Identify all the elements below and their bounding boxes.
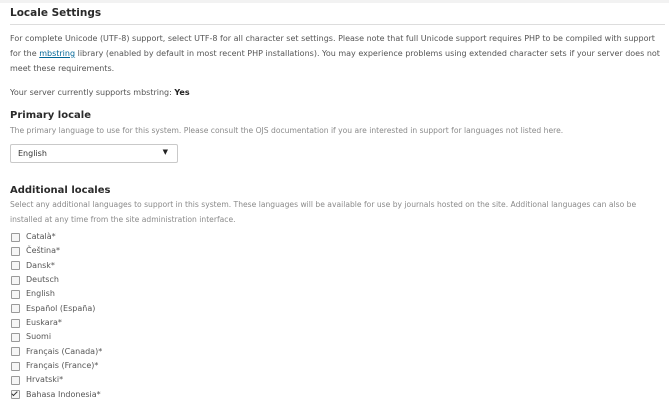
locale-label: Bahasa Indonesia* bbox=[26, 389, 101, 399]
primary-locale-select[interactable]: English ▼ bbox=[10, 144, 178, 163]
additional-locales-description: Select any additional languages to suppo… bbox=[10, 200, 637, 224]
dropdown-caret-icon: ▼ bbox=[162, 148, 168, 156]
locale-option-cestina[interactable]: Čeština* bbox=[11, 244, 102, 258]
additional-locales-title: Additional locales bbox=[10, 185, 111, 196]
locale-checkbox[interactable] bbox=[11, 232, 20, 242]
locale-option-francais-canada[interactable]: Français (Canada)* bbox=[11, 345, 102, 359]
section-divider bbox=[10, 24, 665, 25]
locale-option-bahasa-indonesia[interactable]: Bahasa Indonesia* bbox=[11, 388, 102, 402]
locale-option-english[interactable]: English bbox=[11, 287, 102, 301]
locale-checkbox[interactable] bbox=[11, 333, 20, 343]
locale-option-deutsch[interactable]: Deutsch bbox=[11, 273, 102, 287]
intro-text-after: library (enabled by default in most rece… bbox=[10, 49, 660, 73]
locale-label: Français (Canada)* bbox=[26, 346, 103, 356]
locale-label: English bbox=[26, 289, 55, 299]
locale-option-euskara[interactable]: Euskara* bbox=[11, 316, 102, 330]
locale-label: Català* bbox=[26, 232, 56, 241]
top-border bbox=[0, 0, 669, 3]
locale-label: Deutsch bbox=[26, 275, 59, 285]
locale-checkbox[interactable] bbox=[11, 261, 20, 271]
mbstring-status: Your server currently supports mbstring:… bbox=[10, 88, 190, 97]
mbstring-link[interactable]: mbstring bbox=[39, 49, 75, 58]
locale-label: Čeština* bbox=[26, 246, 61, 256]
primary-locale-selected-value: English bbox=[18, 149, 47, 158]
locale-checkbox[interactable] bbox=[11, 304, 20, 314]
locale-checkbox[interactable] bbox=[11, 247, 20, 257]
locale-label: Español (España) bbox=[26, 303, 96, 313]
mbstring-status-label: Your server currently supports mbstring: bbox=[10, 88, 175, 97]
locale-option-catala[interactable]: Català* bbox=[11, 230, 102, 244]
locale-label: Suomi bbox=[26, 332, 52, 342]
locale-checkbox[interactable] bbox=[11, 390, 20, 400]
mbstring-status-value: Yes bbox=[174, 88, 190, 97]
locale-option-espanol[interactable]: Español (España) bbox=[11, 302, 102, 316]
additional-locales-list: Català* Čeština* Dansk* Deutsch English … bbox=[11, 230, 102, 402]
primary-locale-title: Primary locale bbox=[10, 110, 91, 121]
locale-checkbox[interactable] bbox=[11, 290, 20, 300]
locale-label: Dansk* bbox=[26, 260, 55, 270]
locale-label: Français (France)* bbox=[26, 361, 99, 371]
locale-checkbox[interactable] bbox=[11, 376, 20, 386]
locale-option-suomi[interactable]: Suomi bbox=[11, 330, 102, 344]
locale-label: Hrvatski* bbox=[26, 375, 64, 385]
locale-option-hrvatski[interactable]: Hrvatski* bbox=[11, 373, 102, 387]
locale-label: Euskara* bbox=[26, 318, 62, 328]
locale-checkbox[interactable] bbox=[11, 347, 20, 357]
section-title: Locale Settings bbox=[10, 7, 102, 19]
locale-checkbox[interactable] bbox=[11, 275, 20, 285]
locale-option-dansk[interactable]: Dansk* bbox=[11, 259, 102, 273]
unicode-intro: For complete Unicode (UTF-8) support, se… bbox=[10, 31, 665, 76]
locale-option-francais-france[interactable]: Français (France)* bbox=[11, 359, 102, 373]
primary-locale-description: The primary language to use for this sys… bbox=[10, 126, 564, 135]
locale-checkbox[interactable] bbox=[11, 361, 20, 371]
locale-checkbox[interactable] bbox=[11, 318, 20, 328]
